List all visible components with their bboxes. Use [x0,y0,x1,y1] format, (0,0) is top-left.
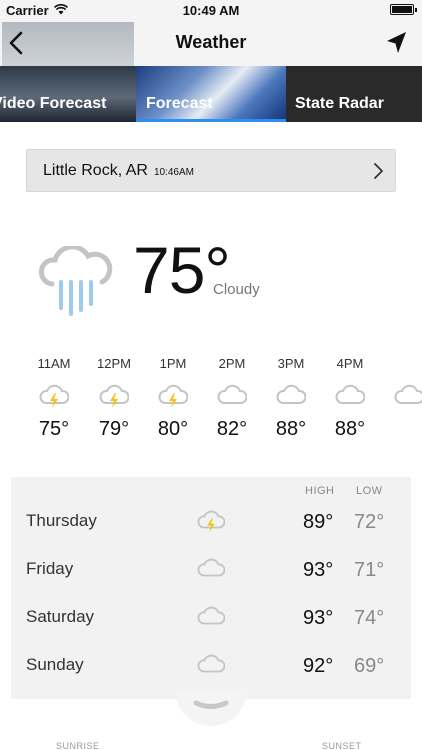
day-high: 93° [303,559,334,581]
tab-state-radar[interactable]: State Radar [286,66,422,122]
day-high: 93° [303,607,334,629]
hour-time: 11AM [37,356,71,371]
day-name: Sunday [26,655,84,674]
hourly-item: 11AM 75° [25,354,83,441]
hour-temp: 82° [216,418,248,440]
thunder-cloud-icon [197,510,225,533]
tab-video-forecast[interactable]: Video Forecast [0,66,136,122]
day-high: 92° [303,655,334,677]
cloud-icon [276,384,306,404]
cloud-icon [197,606,225,625]
hourly-item: 4PM 88° [321,354,379,441]
sunset-label: SUNSET [322,741,362,750]
day-low: 72° [354,511,385,533]
thunder-cloud-icon [158,384,188,408]
tab-forecast-label: Forecast [146,95,213,112]
day-low: 69° [354,655,385,677]
thunder-cloud-icon [39,384,69,408]
navigation-bar: Weather [0,20,422,66]
hourly-item-partial [382,354,422,410]
day-row[interactable]: Friday 93° 71° [11,547,411,595]
thunder-cloud-icon [99,384,129,408]
battery-icon [390,4,417,15]
day-row[interactable]: Saturday 93° 74° [11,595,411,643]
tab-forecast[interactable]: Forecast [136,66,286,122]
location-selector[interactable]: Little Rock, AR 10:46AM [26,149,396,192]
high-column-header: HIGH [305,485,335,497]
status-time: 10:49 AM [182,3,240,18]
hour-time: 1PM [159,356,187,371]
day-high: 89° [303,511,334,533]
hour-temp: 88° [334,418,366,440]
sunrise-label: SUNRISE [56,741,100,750]
cloud-icon [197,558,225,577]
hourly-item: 12PM 79° [85,354,143,441]
hour-temp: 79° [98,418,130,440]
hour-temp: 88° [275,418,307,440]
cloud-icon [394,384,422,404]
hourly-item: 1PM 80° [144,354,202,441]
hour-time: 12PM [97,356,131,371]
hour-time: 2PM [218,356,246,371]
day-row[interactable]: Thursday 89° 72° [11,499,411,547]
day-name: Saturday [26,607,95,626]
hourly-item: 3PM 88° [262,354,320,441]
hour-temp: 75° [38,418,70,440]
hour-time: 4PM [336,356,364,371]
chevron-down-icon [193,700,229,709]
day-name: Friday [26,559,74,578]
current-condition: Cloudy [213,281,260,298]
drawer-handle[interactable] [175,690,247,726]
chevron-right-icon [374,163,383,179]
cloud-icon [197,654,225,673]
status-bar: Carrier 10:49 AM [0,0,422,20]
daily-forecast: HIGH LOW Thursday 89° 72° Friday 93° 71°… [11,477,411,699]
hour-time: 3PM [277,356,305,371]
tab-state-radar-label: State Radar [295,95,384,112]
location-updated-time: 10:46AM [153,166,194,178]
day-low: 71° [354,559,385,581]
location-city: Little Rock, AR [43,161,148,179]
location-arrow-icon[interactable] [384,30,408,56]
cloud-icon [217,384,247,404]
day-row[interactable]: Sunday 92° 69° [11,643,411,691]
day-name: Thursday [26,511,97,530]
hourly-item: 2PM 82° [203,354,261,441]
hour-temp: 80° [157,418,189,440]
page-title: Weather [175,32,247,52]
tab-video-forecast-label: Video Forecast [0,95,107,112]
day-low: 74° [354,607,385,629]
rain-cloud-icon [38,246,113,316]
cloud-icon [335,384,365,404]
hourly-forecast[interactable]: 11AM 75° 12PM 79° 1PM 80° 2PM 82° 3PM 88… [0,354,422,454]
tab-strip: Video Forecast Forecast State Radar [0,66,422,122]
low-column-header: LOW [356,485,383,497]
